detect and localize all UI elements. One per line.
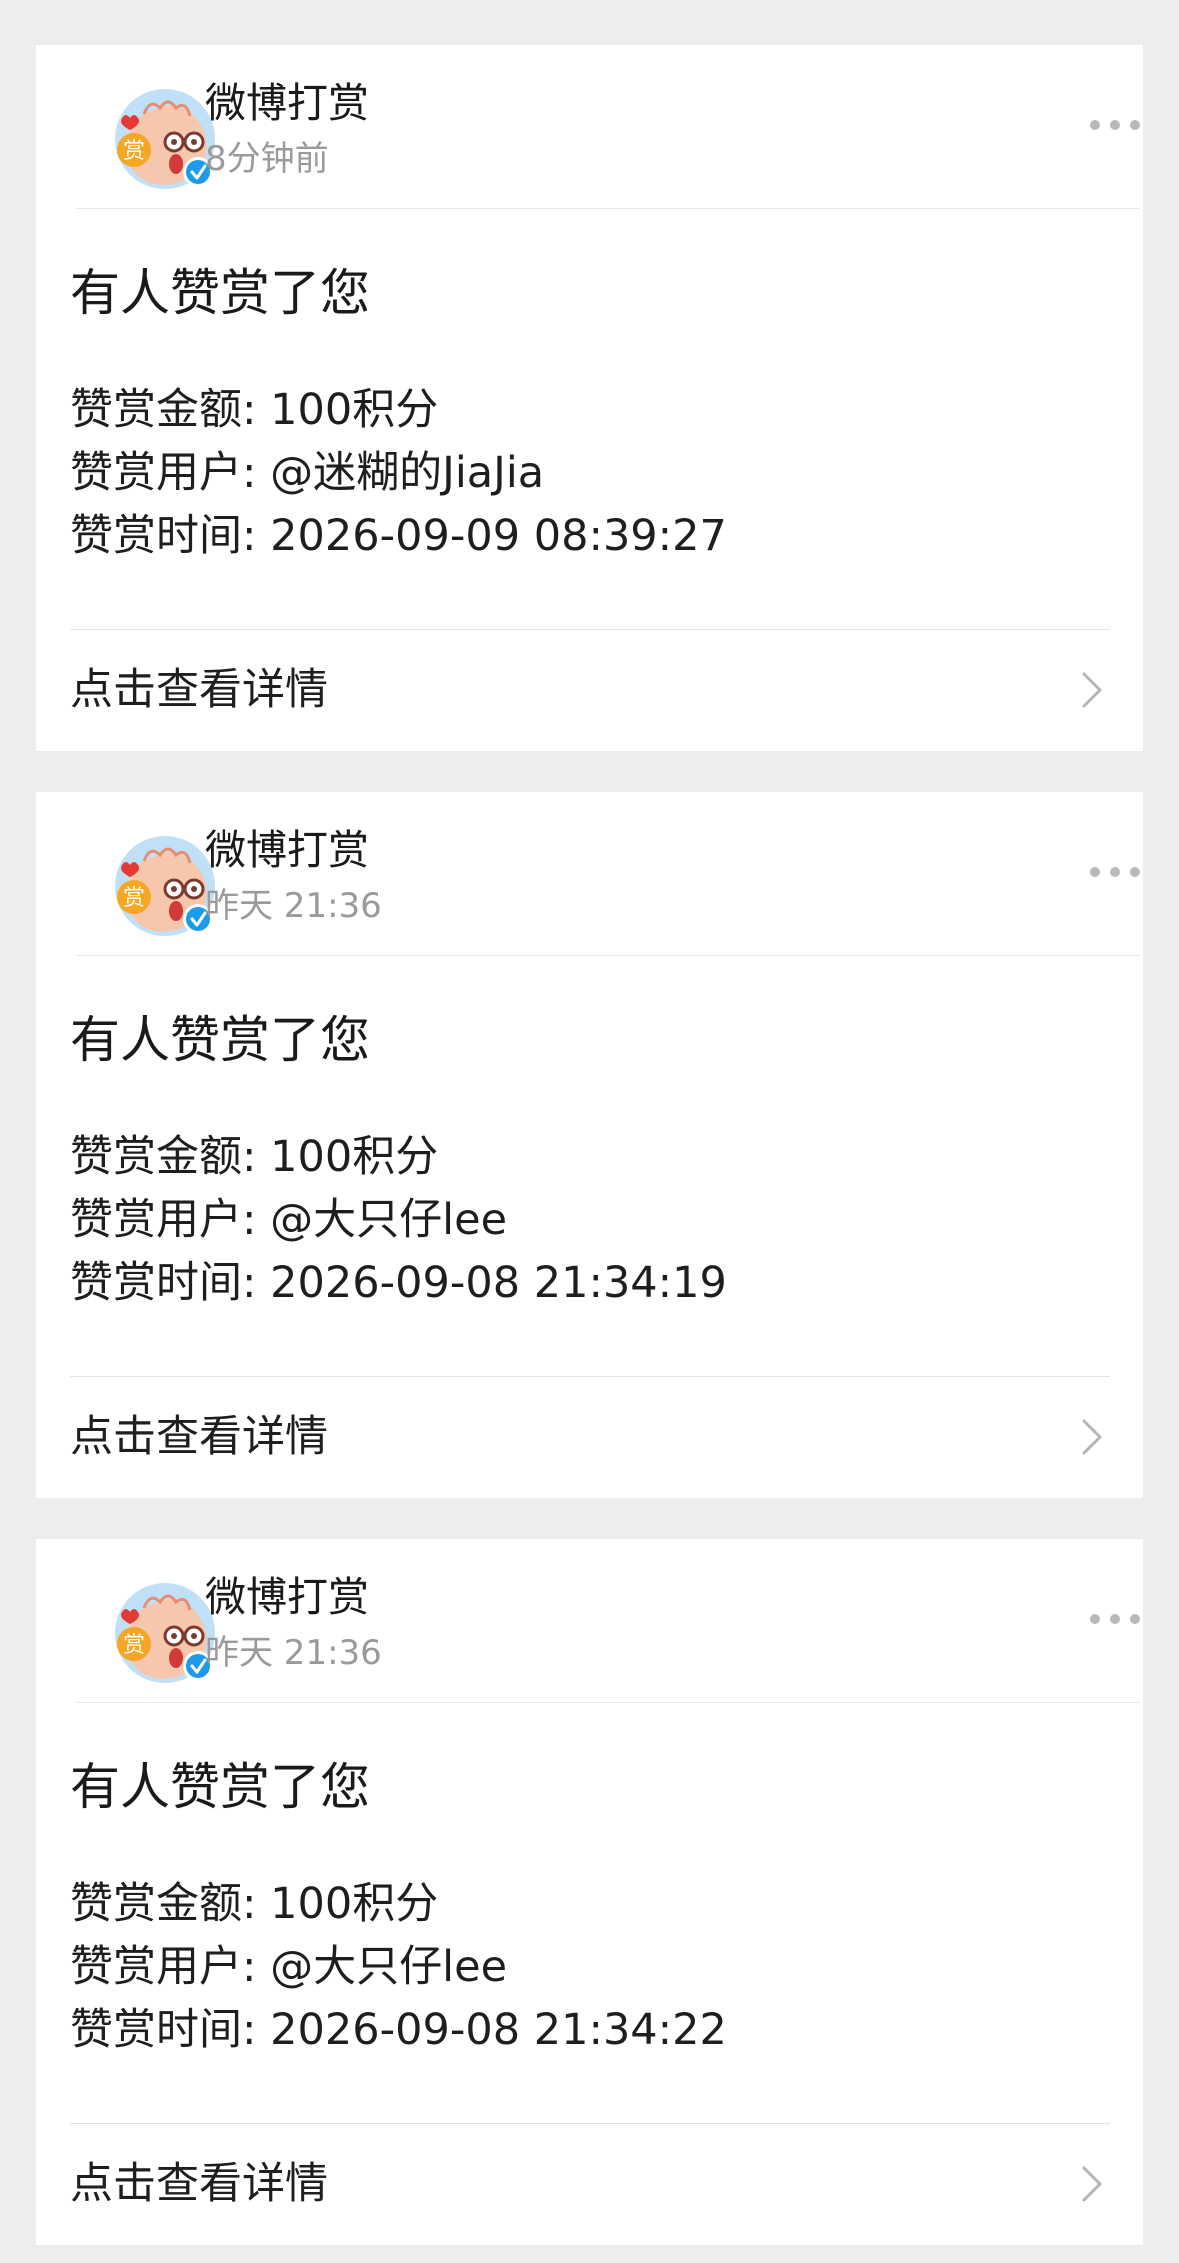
reward-amount-label: 赞赏金额:	[70, 385, 257, 435]
chevron-right-icon	[1082, 1419, 1102, 1455]
reward-user-line: 赞赏用户: @大只仔lee	[70, 1936, 1070, 1999]
reward-user-value[interactable]: @大只仔lee	[270, 1195, 507, 1245]
sender-time: 昨天 21:36	[205, 886, 382, 926]
reward-user-value[interactable]: @迷糊的JiaJia	[270, 448, 544, 498]
reward-amount-line: 赞赏金额: 100积分	[70, 1126, 1070, 1189]
more-button[interactable]	[1044, 848, 1140, 896]
reward-amount-label: 赞赏金额:	[70, 1879, 257, 1929]
card-body: 赞赏金额: 100积分 赞赏用户: @迷糊的JiaJia 赞赏时间: 2026-…	[70, 379, 1070, 568]
view-details-link[interactable]: 点击查看详情	[70, 1376, 1110, 1499]
reward-amount-value: 100积分	[270, 1132, 439, 1182]
card-title: 有人赞赏了您	[70, 1758, 370, 1816]
reward-amount-line: 赞赏金额: 100积分	[70, 379, 1070, 442]
view-details-label: 点击查看详情	[70, 2159, 328, 2209]
reward-time-line: 赞赏时间: 2026-09-09 08:39:27	[70, 505, 1070, 568]
reward-amount-label: 赞赏金额:	[70, 1132, 257, 1182]
reward-user-label: 赞赏用户:	[70, 1942, 257, 1992]
reward-amount-line: 赞赏金额: 100积分	[70, 1873, 1070, 1936]
view-details-link[interactable]: 点击查看详情	[70, 2123, 1110, 2246]
sender-avatar[interactable]: 赏	[114, 1582, 216, 1684]
more-dots-icon	[1090, 120, 1100, 130]
card-title: 有人赞赏了您	[70, 1011, 370, 1069]
more-button[interactable]	[1044, 1595, 1140, 1643]
sender-name: 微博打赏	[205, 79, 369, 127]
avatar-badge-text: 赏	[123, 1633, 145, 1658]
reward-user-value[interactable]: @大只仔lee	[270, 1942, 507, 1992]
reward-user-line: 赞赏用户: @迷糊的JiaJia	[70, 442, 1070, 505]
reward-time-value: 2026-09-09 08:39:27	[270, 511, 727, 561]
view-details-label: 点击查看详情	[70, 665, 328, 715]
card-title: 有人赞赏了您	[70, 264, 370, 322]
reward-time-line: 赞赏时间: 2026-09-08 21:34:22	[70, 1999, 1070, 2062]
more-dots-icon	[1090, 867, 1100, 877]
avatar-badge-text: 赏	[123, 139, 145, 164]
more-button[interactable]	[1044, 101, 1140, 149]
reward-time-line: 赞赏时间: 2026-09-08 21:34:19	[70, 1252, 1070, 1315]
avatar-badge-text: 赏	[123, 886, 145, 911]
weibo-reward-mascot-avatar-icon: 赏	[115, 1583, 215, 1683]
card-body: 赞赏金额: 100积分 赞赏用户: @大只仔lee 赞赏时间: 2026-09-…	[70, 1873, 1070, 2062]
reward-user-label: 赞赏用户:	[70, 1195, 257, 1245]
notification-card[interactable]: 赏 微博打赏 昨天 21:36 有人赞赏了您 赞赏金额: 100积分 赞赏用户:…	[36, 792, 1143, 1498]
weibo-reward-mascot-avatar-icon: 赏	[115, 836, 215, 936]
reward-time-label: 赞赏时间:	[70, 2005, 257, 2055]
chevron-right-icon	[1082, 672, 1102, 708]
reward-time-value: 2026-09-08 21:34:22	[270, 2005, 727, 2055]
sender-time: 昨天 21:36	[205, 1633, 382, 1673]
card-body: 赞赏金额: 100积分 赞赏用户: @大只仔lee 赞赏时间: 2026-09-…	[70, 1126, 1070, 1315]
sender-avatar[interactable]: 赏	[114, 835, 216, 937]
sender-name: 微博打赏	[205, 826, 369, 874]
reward-time-label: 赞赏时间:	[70, 1258, 257, 1308]
weibo-reward-mascot-avatar-icon: 赏	[115, 89, 215, 189]
view-details-link[interactable]: 点击查看详情	[70, 629, 1110, 752]
sender-time: 8分钟前	[205, 139, 329, 179]
reward-user-label: 赞赏用户:	[70, 448, 257, 498]
view-details-label: 点击查看详情	[70, 1412, 328, 1462]
sender-name: 微博打赏	[205, 1573, 369, 1621]
chevron-right-icon	[1082, 2166, 1102, 2202]
sender-avatar[interactable]: 赏	[114, 88, 216, 190]
notification-card[interactable]: 赏 微博打赏 昨天 21:36 有人赞赏了您 赞赏金额: 100积分 赞赏用户:…	[36, 1539, 1143, 2245]
card-header: 赏 微博打赏 昨天 21:36	[76, 1539, 1140, 1703]
reward-time-value: 2026-09-08 21:34:19	[270, 1258, 727, 1308]
reward-amount-value: 100积分	[270, 1879, 439, 1929]
more-dots-icon	[1090, 1614, 1100, 1624]
reward-time-label: 赞赏时间:	[70, 511, 257, 561]
notification-card[interactable]: 赏 微博打赏 8分钟前 有人赞赏了您 赞赏金额: 100积分 赞赏用户: @迷糊…	[36, 45, 1143, 751]
reward-amount-value: 100积分	[270, 385, 439, 435]
card-header: 赏 微博打赏 昨天 21:36	[76, 792, 1140, 956]
card-header: 赏 微博打赏 8分钟前	[76, 45, 1140, 209]
reward-user-line: 赞赏用户: @大只仔lee	[70, 1189, 1070, 1252]
